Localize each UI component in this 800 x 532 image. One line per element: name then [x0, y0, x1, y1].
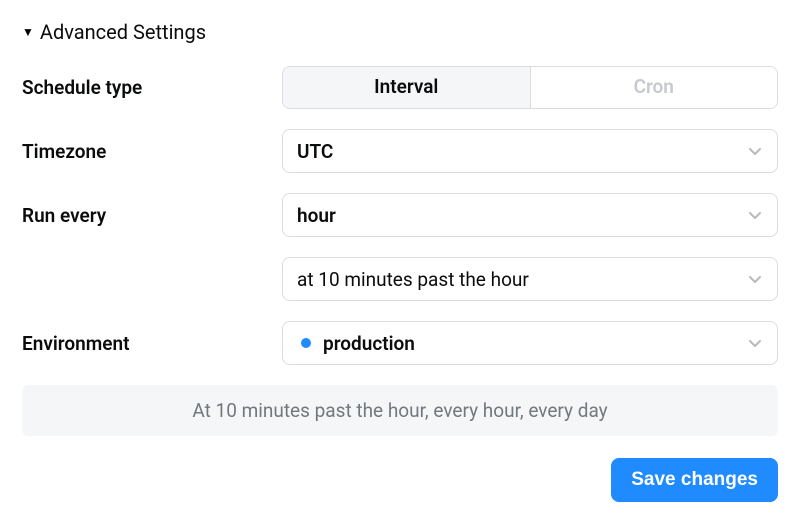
- environment-value: production: [323, 332, 415, 355]
- advanced-settings-header[interactable]: ▼ Advanced Settings: [22, 20, 778, 44]
- environment-status-dot-icon: [301, 338, 311, 348]
- schedule-type-option-cron[interactable]: Cron: [530, 67, 778, 108]
- save-changes-button[interactable]: Save changes: [611, 458, 778, 502]
- environment-label: Environment: [22, 332, 282, 355]
- section-title: Advanced Settings: [40, 20, 206, 44]
- environment-value-wrap: production: [297, 332, 415, 355]
- environment-select[interactable]: production: [282, 321, 778, 365]
- run-every-offset-value: at 10 minutes past the hour: [297, 268, 529, 291]
- run-every-interval-value: hour: [297, 204, 336, 227]
- schedule-summary: At 10 minutes past the hour, every hour,…: [22, 385, 778, 436]
- disclosure-triangle-icon: ▼: [22, 26, 34, 38]
- chevron-down-icon: [747, 207, 763, 223]
- timezone-select[interactable]: UTC: [282, 129, 778, 173]
- timezone-label: Timezone: [22, 140, 282, 163]
- chevron-down-icon: [747, 335, 763, 351]
- chevron-down-icon: [747, 271, 763, 287]
- schedule-type-option-interval[interactable]: Interval: [283, 67, 530, 108]
- run-every-interval-select[interactable]: hour: [282, 193, 778, 237]
- chevron-down-icon: [747, 143, 763, 159]
- schedule-type-label: Schedule type: [22, 76, 282, 99]
- run-every-label: Run every: [22, 204, 282, 227]
- run-every-offset-select[interactable]: at 10 minutes past the hour: [282, 257, 778, 301]
- schedule-type-segmented: Interval Cron: [282, 66, 778, 109]
- timezone-value: UTC: [297, 140, 333, 163]
